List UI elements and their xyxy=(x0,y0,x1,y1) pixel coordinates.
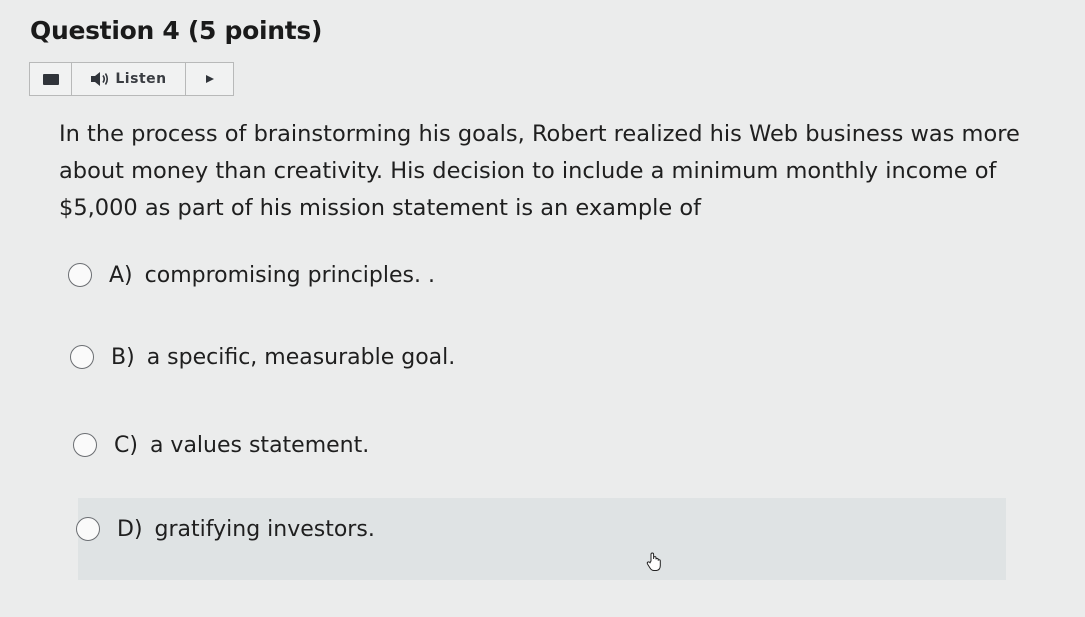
play-button[interactable] xyxy=(186,63,233,95)
option-b-text: a specific, measurable goal. xyxy=(146,344,456,370)
radio-a[interactable] xyxy=(68,263,92,287)
radio-c[interactable] xyxy=(73,433,97,457)
hand-cursor-icon xyxy=(646,552,661,571)
radio-d[interactable] xyxy=(76,517,100,541)
listen-menu-button[interactable] xyxy=(30,63,72,95)
option-c-letter: C) xyxy=(114,432,138,458)
option-a[interactable]: A) compromising principles. . xyxy=(68,255,435,295)
question-title: Question 4 (5 points) xyxy=(30,16,323,45)
option-b-letter: B) xyxy=(111,344,135,370)
option-a-letter: A) xyxy=(109,262,133,288)
hamburger-icon xyxy=(42,73,59,85)
option-c-text: a values statement. xyxy=(149,432,370,458)
question-text: In the process of brainstorming his goal… xyxy=(59,121,1020,221)
option-c[interactable]: C) a values statement. xyxy=(73,425,369,465)
option-d-text: gratifying investors. xyxy=(154,516,375,542)
option-d-letter: D) xyxy=(117,516,143,542)
listen-toolbar: Listen xyxy=(29,62,234,96)
option-a-text: compromising principles. . xyxy=(144,262,435,288)
listen-label: Listen xyxy=(115,71,167,87)
option-b[interactable]: B) a specific, measurable goal. xyxy=(70,337,455,377)
listen-button[interactable]: Listen xyxy=(72,63,186,95)
play-icon xyxy=(205,75,214,83)
radio-b[interactable] xyxy=(70,345,94,369)
speaker-icon xyxy=(91,72,109,86)
option-d[interactable]: D) gratifying investors. xyxy=(76,509,375,549)
